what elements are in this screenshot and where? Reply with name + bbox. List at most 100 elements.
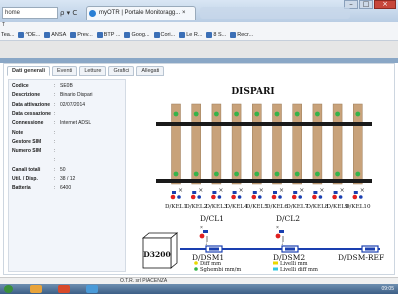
kel-label: D/KEL6: [266, 204, 288, 210]
sensor-blue-icon[interactable]: [232, 191, 237, 194]
sensor-green-icon[interactable]: [315, 171, 320, 177]
cl1-blue-sensor-icon[interactable]: [203, 230, 208, 233]
inactive-tab-area: [200, 7, 350, 19]
sensor-green-icon[interactable]: [355, 171, 361, 177]
tab-close-button[interactable]: ×: [182, 10, 186, 16]
sensor-blue-dot-icon[interactable]: [298, 195, 302, 199]
sensor-red-icon[interactable]: [312, 194, 317, 200]
sensor-green-icon[interactable]: [355, 111, 361, 117]
info-value: Binario Dispari: [60, 92, 93, 99]
sensor-red-icon[interactable]: [332, 194, 337, 200]
sensor-red-icon[interactable]: [271, 194, 277, 200]
taskbar-ie-icon[interactable]: [86, 285, 98, 293]
sensor-blue-icon[interactable]: [313, 191, 318, 194]
sensor-green-icon[interactable]: [274, 111, 280, 117]
sensor-green-icon[interactable]: [234, 111, 239, 117]
sensor-blue-icon[interactable]: [273, 191, 277, 194]
sensor-green-icon[interactable]: [214, 171, 219, 177]
sensor-blue-dot-icon[interactable]: [278, 195, 282, 199]
maximize-button[interactable]: □: [359, 0, 373, 9]
dsm2-sensor-core: [285, 247, 295, 251]
info-row: Descrizione: Binario Dispari: [12, 92, 93, 99]
taskbar-explorer-icon[interactable]: [30, 285, 42, 293]
favorite-link[interactable]: Recr...: [230, 29, 253, 40]
sensor-red-icon[interactable]: [211, 194, 216, 200]
favorite-link[interactable]: Prev...: [70, 29, 93, 40]
address-bar-icons[interactable]: ρ ▾ C: [60, 7, 77, 19]
sensor-blue-icon[interactable]: [293, 191, 298, 194]
sensor-blue-dot-icon[interactable]: [318, 195, 323, 199]
cl2-red-sensor-icon[interactable]: [275, 233, 281, 239]
tab-grafici[interactable]: Grafici: [108, 66, 135, 76]
info-value: 02/07/2014: [60, 101, 86, 108]
sensor-green-icon[interactable]: [315, 111, 320, 117]
tab-letture[interactable]: Letture: [79, 66, 107, 76]
sensor-green-icon[interactable]: [173, 171, 179, 177]
sensor-blue-icon[interactable]: [192, 191, 197, 194]
browser-tab-active[interactable]: myOTR | Portale Monitoragg... ×: [86, 6, 196, 20]
favorite-icon: [18, 31, 25, 38]
sensor-blue-dot-icon[interactable]: [258, 195, 262, 199]
sensor-red-icon[interactable]: [190, 194, 196, 200]
cl2-blue-sensor-icon[interactable]: [279, 230, 284, 233]
sensor-green-icon[interactable]: [274, 171, 280, 177]
sensor-green-icon[interactable]: [193, 171, 199, 177]
favorite-link[interactable]: Tea...: [1, 29, 14, 40]
sensor-red-icon[interactable]: [352, 194, 358, 200]
sensor-green-icon[interactable]: [294, 111, 300, 117]
favorite-link[interactable]: ANSA: [44, 29, 66, 40]
taskbar-app-icon[interactable]: [58, 285, 70, 293]
tab-dati-generali[interactable]: Dati generali: [7, 66, 51, 76]
sensor-green-icon[interactable]: [254, 171, 260, 177]
sensor-green-icon[interactable]: [335, 111, 340, 117]
sensor-green-icon[interactable]: [254, 111, 260, 117]
info-label: Descrizione: [12, 92, 41, 99]
sensor-blue-icon[interactable]: [353, 191, 358, 194]
cl1-red-sensor-icon[interactable]: [199, 233, 205, 239]
address-bar[interactable]: home: [2, 7, 58, 19]
legend-sghembi: Sghembi mm/m: [200, 267, 241, 272]
tab-allegati[interactable]: Allegati: [136, 66, 165, 76]
sensor-green-icon[interactable]: [335, 171, 340, 177]
legend-livelli-diff-icon: [273, 267, 278, 271]
sensor-green-icon[interactable]: [234, 171, 239, 177]
sensor-green-icon[interactable]: [173, 111, 179, 117]
sensor-blue-icon[interactable]: [172, 191, 176, 194]
sensor-blue-dot-icon[interactable]: [359, 195, 363, 199]
kel-label: D/KEL4: [226, 204, 248, 210]
favorite-link[interactable]: ^DE...: [18, 29, 40, 40]
sensor-blue-icon[interactable]: [212, 191, 217, 194]
info-value: SE0B: [60, 83, 73, 89]
cl2-label: D/CL2: [276, 214, 300, 223]
sensor-red-icon[interactable]: [291, 194, 297, 200]
kel-label: D/KEL8: [306, 204, 328, 210]
favorite-icon: [70, 31, 77, 38]
favorite-link[interactable]: Cori...: [153, 29, 175, 40]
close-window-button[interactable]: ×: [374, 0, 396, 9]
favorite-link[interactable]: BTP ...: [96, 29, 120, 40]
info-value: 50: [60, 166, 66, 173]
sensor-red-icon[interactable]: [170, 194, 176, 200]
sensor-red-icon[interactable]: [231, 194, 236, 200]
favorite-link[interactable]: 8 S...: [206, 29, 226, 40]
sensor-green-icon[interactable]: [294, 171, 300, 177]
sensor-blue-dot-icon[interactable]: [217, 195, 222, 199]
sensor-blue-dot-icon[interactable]: [338, 195, 343, 199]
favorite-link[interactable]: Goog...: [124, 29, 150, 40]
favorite-link[interactable]: Le R...: [179, 29, 202, 40]
sensor-red-icon[interactable]: [251, 194, 257, 200]
tab-eventi[interactable]: Eventi: [52, 66, 78, 76]
sensor-blue-dot-icon[interactable]: [177, 195, 181, 199]
sensor-blue-dot-icon[interactable]: [237, 195, 242, 199]
menu-item[interactable]: T: [2, 22, 5, 28]
start-button[interactable]: [4, 285, 13, 293]
favorite-icon: [153, 31, 160, 38]
favorite-label: Tea...: [1, 31, 15, 38]
sensor-blue-dot-icon[interactable]: [197, 195, 201, 199]
sensor-blue-icon[interactable]: [333, 191, 338, 194]
sensor-green-icon[interactable]: [193, 111, 199, 117]
sensor-green-icon[interactable]: [214, 111, 219, 117]
track-diagram-svg: DISPARI× × × × × × × × × ×D/KEL1D/KEL2D/KEL3D/KEL…: [141, 87, 384, 272]
d3200-label: D3200: [143, 250, 170, 259]
sensor-blue-icon[interactable]: [252, 191, 257, 194]
